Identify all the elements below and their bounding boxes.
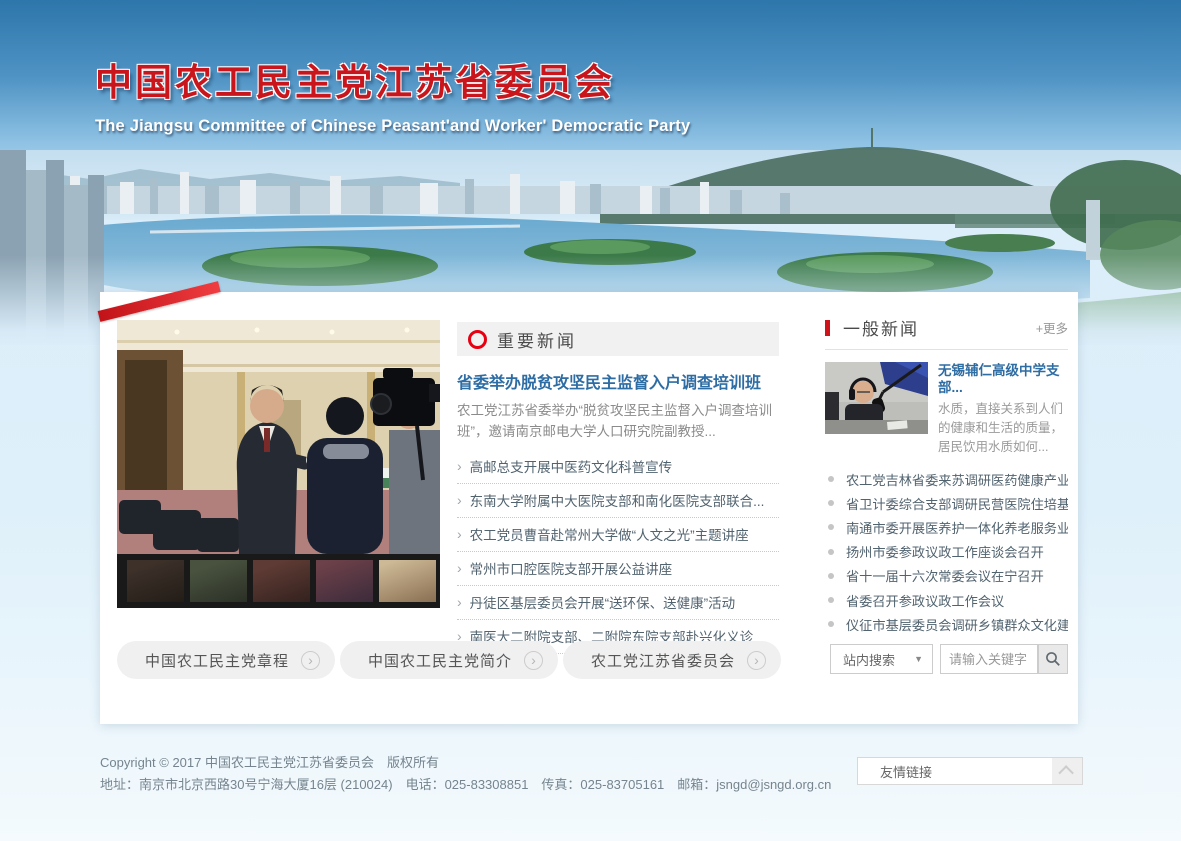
circle-arrow-icon: ›: [301, 651, 320, 670]
quick-link-charter-button[interactable]: 中国农工民主党章程 ›: [117, 641, 335, 679]
list-item: 省委召开参政议政工作会议: [825, 588, 1068, 612]
footer-address: 地址：南京市北京西路30号宁海大厦16层 (210024) 电话：025-833…: [100, 774, 831, 793]
red-ring-icon: [468, 330, 487, 349]
general-news-list: 农工党吉林省委来苏调研医药健康产业发展 省卫计委综合支部调研民营医院住培基地建.…: [825, 467, 1068, 636]
news-link[interactable]: 农工党吉林省委来苏调研医药健康产业发展: [846, 470, 1068, 489]
news-link[interactable]: 南通市委开展医养护一体化养老服务业调研: [846, 518, 1068, 537]
important-news-title: 重要新闻: [497, 327, 577, 352]
chevron-right-icon: ›: [457, 594, 462, 610]
news-link[interactable]: 省十一届十六次常委会议在宁召开: [846, 566, 1044, 585]
search-button[interactable]: [1038, 644, 1068, 674]
news-link[interactable]: 省委召开参政议政工作会议: [846, 591, 1004, 610]
important-news-summary: 农工党江苏省委举办“脱贫攻坚民主监督入户调查培训班”，邀请南京邮电大学人口研究院…: [457, 400, 779, 442]
general-news-section: 一般新闻 +更多: [825, 315, 1068, 636]
list-item: › 丹徒区基层委员会开展“送环保、送健康”活动: [457, 586, 779, 620]
friend-links-dropdown[interactable]: 友情链接: [857, 757, 1083, 785]
caret-up-icon: [1058, 765, 1074, 781]
news-link[interactable]: 常州市口腔医院支部开展公益讲座: [470, 558, 673, 578]
divider: [825, 349, 1068, 350]
chevron-right-icon: ›: [457, 458, 462, 474]
bullet-icon: [828, 597, 834, 603]
friend-links-toggle[interactable]: [1052, 758, 1082, 784]
list-item: › 农工党员曹音赴常州大学做“人文之光”主题讲座: [457, 518, 779, 552]
photo-thumbnail-3[interactable]: [253, 560, 310, 602]
photo-thumbnail-4[interactable]: [316, 560, 373, 602]
important-news-header: 重要新闻: [457, 322, 779, 356]
main-content-card: 重要新闻 省委举办脱贫攻坚民主监督入户调查培训班 农工党江苏省委举办“脱贫攻坚民…: [100, 292, 1078, 724]
bullet-icon: [828, 573, 834, 579]
list-item: 农工党吉林省委来苏调研医药健康产业发展: [825, 467, 1068, 491]
list-item: 仪征市基层委员会调研乡镇群众文化建设工...: [825, 612, 1068, 636]
news-link[interactable]: 扬州市委参政议政工作座谈会召开: [846, 542, 1044, 561]
chevron-right-icon: ›: [457, 560, 462, 576]
featured-news-link[interactable]: 无锡辅仁高级中学支部...: [938, 362, 1068, 396]
search-scope-dropdown[interactable]: 站内搜索 ▼: [830, 644, 933, 674]
circle-arrow-icon: ›: [747, 651, 766, 670]
news-link[interactable]: 省卫计委综合支部调研民营医院住培基地建...: [846, 494, 1068, 513]
search-scope-label: 站内搜索: [843, 650, 914, 669]
general-news-title: 一般新闻: [843, 315, 1036, 340]
site-brand: 中国农工民主党江苏省委员会 The Jiangsu Committee of C…: [95, 52, 690, 136]
chevron-right-icon: ›: [457, 526, 462, 542]
more-link[interactable]: +更多: [1036, 318, 1068, 337]
featured-news-summary: 水质，直接关系到人们的健康和生活的质量，居民饮用水质如何...: [938, 400, 1068, 457]
interview-photo: [117, 320, 440, 554]
site-title-cn: 中国农工民主党江苏省委员会: [95, 52, 690, 106]
quick-link-label: 中国农工民主党章程: [145, 650, 301, 671]
footer-copyright: Copyright © 2017 中国农工民主党江苏省委员会 版权所有: [100, 752, 439, 771]
photo-thumbnail-2[interactable]: [190, 560, 247, 602]
photo-thumbnail-5[interactable]: [379, 560, 436, 602]
important-news-headline-link[interactable]: 省委举办脱贫攻坚民主监督入户调查培训班: [457, 369, 779, 393]
news-link[interactable]: 农工党员曹音赴常州大学做“人文之光”主题讲座: [470, 524, 749, 544]
search-icon: [1045, 651, 1061, 667]
site-title-en: The Jiangsu Committee of Chinese Peasant…: [95, 117, 690, 136]
general-news-featured: 无锡辅仁高级中学支部... 水质，直接关系到人们的健康和生活的质量，居民饮用水质…: [825, 362, 1068, 457]
caret-down-icon: ▼: [914, 654, 923, 664]
quick-link-committee-button[interactable]: 农工党江苏省委员会 ›: [563, 641, 781, 679]
chevron-right-icon: ›: [457, 492, 462, 508]
red-bar-icon: [825, 320, 830, 336]
news-link[interactable]: 仪征市基层委员会调研乡镇群众文化建设工...: [846, 615, 1068, 634]
bullet-icon: [828, 524, 834, 530]
bullet-icon: [828, 500, 834, 506]
featured-text: 无锡辅仁高级中学支部... 水质，直接关系到人们的健康和生活的质量，居民饮用水质…: [938, 362, 1068, 457]
quick-link-label: 中国农工民主党简介: [368, 650, 524, 671]
photo-thumbnail-1[interactable]: [127, 560, 184, 602]
circle-arrow-icon: ›: [524, 651, 543, 670]
bullet-icon: [828, 621, 834, 627]
quick-link-intro-button[interactable]: 中国农工民主党简介 ›: [340, 641, 558, 679]
bullet-icon: [828, 476, 834, 482]
general-news-header: 一般新闻 +更多: [825, 315, 1068, 340]
list-item: › 高邮总支开展中医药文化科普宣传: [457, 450, 779, 484]
quick-link-label: 农工党江苏省委员会: [591, 650, 747, 671]
friend-links-label: 友情链接: [880, 762, 1052, 781]
list-item: › 常州市口腔医院支部开展公益讲座: [457, 552, 779, 586]
radio-studio-photo: [825, 362, 928, 434]
news-link[interactable]: 东南大学附属中大医院支部和南化医院支部联合...: [470, 490, 765, 510]
photo-thumbnail-strip: [117, 554, 440, 608]
list-item: › 东南大学附属中大医院支部和南化医院支部联合...: [457, 484, 779, 518]
important-news-section: 重要新闻 省委举办脱贫攻坚民主监督入户调查培训班 农工党江苏省委举办“脱贫攻坚民…: [457, 322, 779, 654]
news-link[interactable]: 丹徒区基层委员会开展“送环保、送健康”活动: [470, 592, 736, 612]
list-item: 南通市委开展医养护一体化养老服务业调研: [825, 515, 1068, 539]
bullet-icon: [828, 549, 834, 555]
important-news-list: › 高邮总支开展中医药文化科普宣传 › 东南大学附属中大医院支部和南化医院支部联合.…: [457, 450, 779, 654]
news-link[interactable]: 高邮总支开展中医药文化科普宣传: [470, 456, 673, 476]
studio-photo[interactable]: [825, 362, 928, 434]
list-item: 扬州市委参政议政工作座谈会召开: [825, 540, 1068, 564]
list-item: 省十一届十六次常委会议在宁召开: [825, 564, 1068, 588]
featured-photo[interactable]: [117, 320, 440, 608]
list-item: 省卫计委综合支部调研民营医院住培基地建...: [825, 491, 1068, 515]
search-input[interactable]: [940, 644, 1038, 674]
